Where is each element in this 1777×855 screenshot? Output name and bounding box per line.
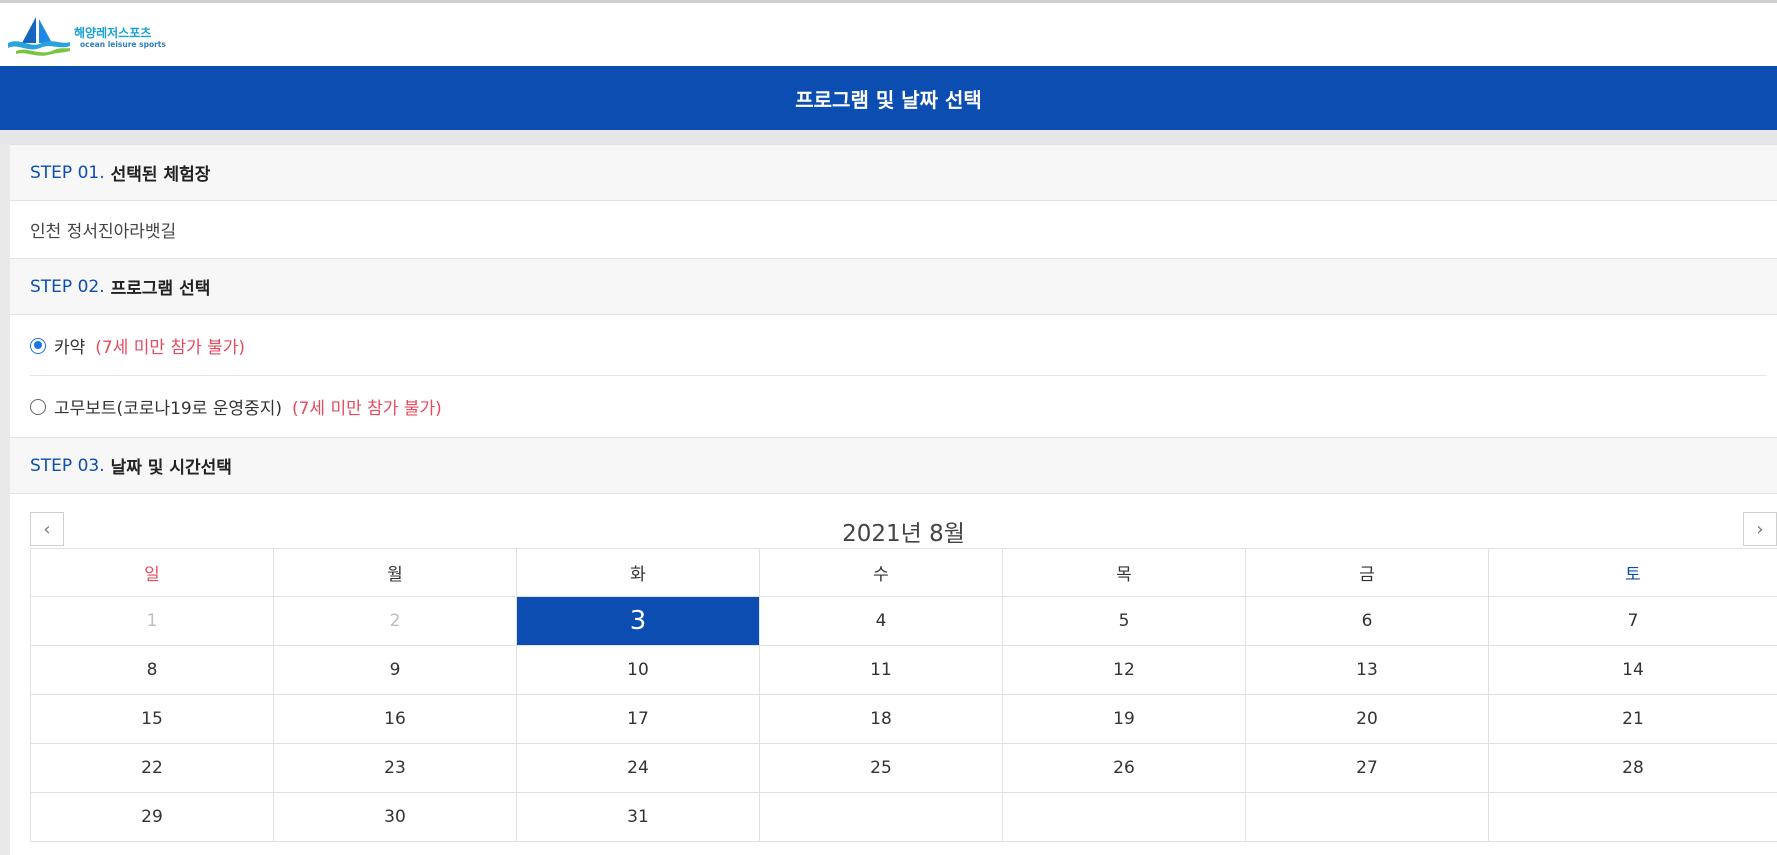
calendar-day[interactable]: 27 <box>1245 743 1489 793</box>
calendar-day[interactable]: 20 <box>1245 694 1489 744</box>
step1-number: STEP 01. <box>30 162 105 183</box>
calendar-day[interactable]: 22 <box>30 743 274 793</box>
step1-title: 선택된 체험장 <box>110 165 211 185</box>
calendar-day[interactable]: 11 <box>759 645 1003 695</box>
calendar-day[interactable]: 23 <box>273 743 517 793</box>
weekday-sun: 일 <box>30 548 274 597</box>
weekday-fri: 금 <box>1245 548 1489 597</box>
calendar-day[interactable]: 21 <box>1488 694 1777 744</box>
logo-korean-text: 해양레저스포츠 <box>74 26 152 40</box>
weekday-tue: 화 <box>516 548 760 597</box>
calendar-day[interactable]: 5 <box>1002 596 1246 646</box>
step1-header: STEP 01. 선택된 체험장 <box>10 144 1777 201</box>
step2-title: 프로그램 선택 <box>110 279 211 299</box>
calendar-day: 1 <box>30 596 274 646</box>
calendar-day[interactable]: 15 <box>30 694 274 744</box>
weekday-wed: 수 <box>759 548 1003 597</box>
selected-facility: 인천 정서진아라뱃길 <box>30 222 177 242</box>
calendar-day[interactable]: 25 <box>759 743 1003 793</box>
program-option-kayak[interactable]: 카약 (7세 미만 참가 불가) <box>10 315 1777 376</box>
calendar-day[interactable]: 14 <box>1488 645 1777 695</box>
calendar-day[interactable]: 29 <box>30 792 274 842</box>
calendar-day[interactable]: 28 <box>1488 743 1777 793</box>
page-title: 프로그램 및 날짜 선택 <box>0 66 1777 130</box>
calendar-day[interactable]: 30 <box>273 792 517 842</box>
next-month-button[interactable]: › <box>1743 512 1777 546</box>
calendar-day-empty <box>759 792 1003 842</box>
rubber-boat-label[interactable]: 고무보트(코로나19로 운영중지) <box>54 394 282 419</box>
calendar-day[interactable]: 16 <box>273 694 517 744</box>
rubber-boat-radio[interactable] <box>30 398 46 415</box>
kayak-age-note: (7세 미만 참가 불가) <box>95 338 246 358</box>
weekday-mon: 월 <box>273 548 517 597</box>
calendar-week: 15 16 17 18 19 20 21 <box>30 694 1777 744</box>
step2-number: STEP 02. <box>30 276 105 297</box>
kayak-radio[interactable] <box>30 337 46 354</box>
step3-number: STEP 03. <box>30 455 105 476</box>
gap-strip <box>0 130 1777 144</box>
calendar-day[interactable]: 18 <box>759 694 1003 744</box>
calendar-day-empty <box>1488 792 1777 842</box>
calendar-week: 29 30 31 <box>30 792 1777 842</box>
site-header: 해양레저스포츠 ocean leisure sports <box>0 3 1777 66</box>
calendar-grid: 일 월 화 수 목 금 토 1 2 3 4 5 6 7 8 9 10 11 12… <box>30 548 1777 842</box>
step3-title: 날짜 및 시간선택 <box>110 458 232 478</box>
reservation-panel: STEP 01. 선택된 체험장 인천 정서진아라뱃길 STEP 02. 프로그… <box>10 144 1777 855</box>
calendar-day[interactable]: 31 <box>516 792 760 842</box>
calendar-day-selected[interactable]: 3 <box>516 596 760 646</box>
logo-english-text: ocean leisure sports <box>80 40 166 49</box>
step3-header: STEP 03. 날짜 및 시간선택 <box>10 437 1777 494</box>
calendar-nav: ‹ 2021년 8월 › <box>30 507 1777 553</box>
calendar-week: 8 9 10 11 12 13 14 <box>30 645 1777 695</box>
kayak-label[interactable]: 카약 <box>54 333 85 358</box>
calendar-day[interactable]: 6 <box>1245 596 1489 646</box>
calendar-day[interactable]: 9 <box>273 645 517 695</box>
calendar-day-empty <box>1245 792 1489 842</box>
calendar-day[interactable]: 26 <box>1002 743 1246 793</box>
sailboat-wave-icon <box>8 17 70 56</box>
calendar-day[interactable]: 13 <box>1245 645 1489 695</box>
logo[interactable]: 해양레저스포츠 ocean leisure sports <box>8 13 166 59</box>
calendar-week: 22 23 24 25 26 27 28 <box>30 743 1777 793</box>
weekday-sat: 토 <box>1488 548 1777 597</box>
calendar-day: 2 <box>273 596 517 646</box>
calendar-day[interactable]: 24 <box>516 743 760 793</box>
weekday-header-row: 일 월 화 수 목 금 토 <box>30 548 1777 597</box>
month-title: 2021년 8월 <box>842 521 965 547</box>
calendar-day[interactable]: 17 <box>516 694 760 744</box>
weekday-thu: 목 <box>1002 548 1246 597</box>
calendar-day[interactable]: 8 <box>30 645 274 695</box>
rubber-boat-age-note: (7세 미만 참가 불가) <box>291 399 442 419</box>
calendar-week: 1 2 3 4 5 6 7 <box>30 596 1777 646</box>
calendar-day[interactable]: 19 <box>1002 694 1246 744</box>
calendar-day[interactable]: 7 <box>1488 596 1777 646</box>
calendar-day-empty <box>1002 792 1246 842</box>
step2-header: STEP 02. 프로그램 선택 <box>10 258 1777 315</box>
calendar-day[interactable]: 10 <box>516 645 760 695</box>
program-option-rubber-boat[interactable]: 고무보트(코로나19로 운영중지) (7세 미만 참가 불가) <box>10 376 1777 437</box>
calendar-day[interactable]: 4 <box>759 596 1003 646</box>
calendar-day[interactable]: 12 <box>1002 645 1246 695</box>
